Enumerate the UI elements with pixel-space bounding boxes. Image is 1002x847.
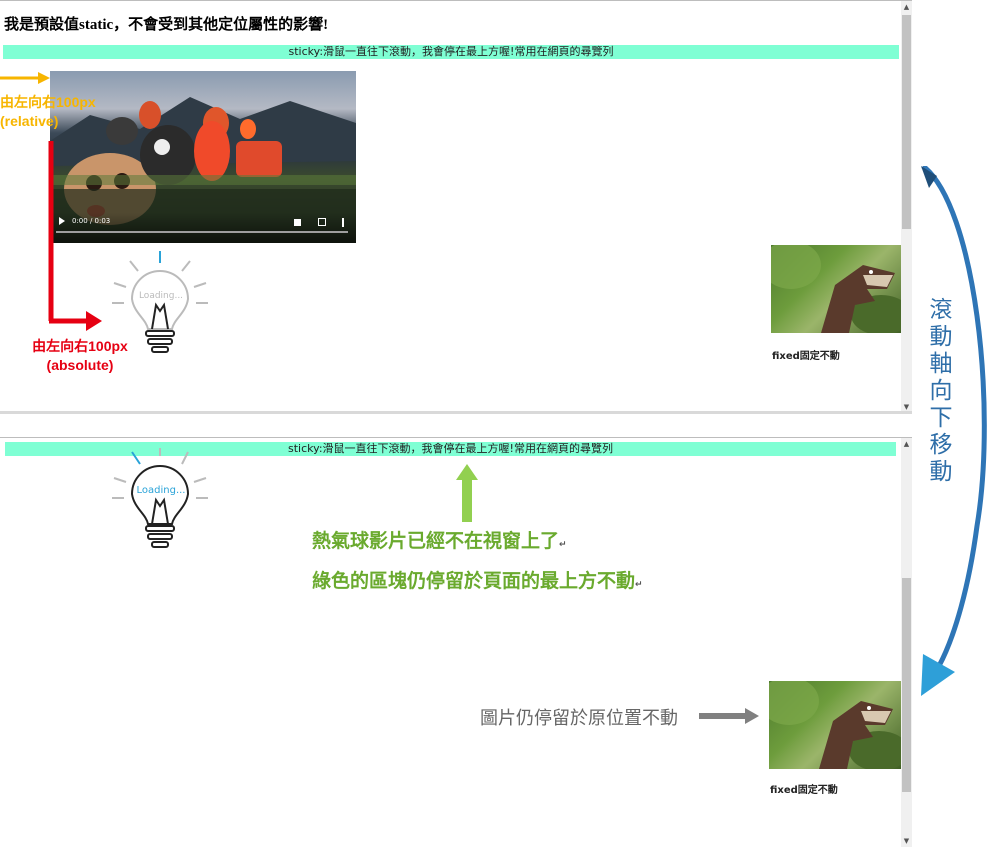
scroll-direction-note: 滾動軸向下移動 bbox=[929, 297, 953, 484]
scroll-up-icon[interactable]: ▲ bbox=[902, 440, 911, 448]
bulb-loading-text: Loading... bbox=[136, 485, 186, 496]
static-heading: 我是預設值static，不會受到其他定位屬性的影響! bbox=[4, 17, 329, 33]
fixed-dinosaur-image bbox=[769, 681, 901, 769]
dinosaur-art bbox=[771, 245, 903, 333]
scroll-up-icon[interactable]: ▲ bbox=[902, 3, 911, 11]
lightbulb-icon bbox=[112, 448, 208, 548]
note-line1: 熱氣球影片已經不在視窗上了↵ bbox=[312, 526, 567, 553]
fullscreen-icon[interactable] bbox=[318, 218, 326, 226]
lightbulb-icon bbox=[112, 251, 208, 353]
gray-arrow-icon bbox=[699, 708, 759, 724]
fixed-dinosaur-image bbox=[771, 245, 903, 333]
scroll-down-icon[interactable]: ▼ bbox=[902, 837, 911, 845]
scrollbar-bottom[interactable]: ▲ ▼ bbox=[901, 438, 912, 847]
absolute-arrow-icon bbox=[48, 141, 102, 331]
image-note: 圖片仍停留於原位置不動 bbox=[480, 708, 678, 728]
scroll-thumb-bottom[interactable] bbox=[902, 578, 911, 792]
relative-arrow-icon bbox=[0, 72, 50, 84]
scroll-thumb-top[interactable] bbox=[902, 15, 911, 229]
relative-label: 由左向右100px (relative) bbox=[0, 93, 96, 131]
note-line2: 綠色的區塊仍停留於頁面的最上方不動↵ bbox=[312, 566, 643, 593]
green-up-arrow-icon bbox=[456, 464, 478, 522]
sticky-bar: sticky:滑鼠一直往下滾動，我會停在最上方喔!常用在網頁的尋覽列 bbox=[3, 45, 899, 59]
scroll-down-icon[interactable]: ▼ bbox=[902, 403, 911, 411]
screenshot-divider bbox=[0, 411, 912, 414]
bulb-loading-text: Loading... bbox=[138, 291, 184, 301]
return-mark: ↵ bbox=[635, 580, 643, 590]
scrollbar-top[interactable]: ▲ ▼ bbox=[901, 1, 912, 413]
more-icon[interactable] bbox=[342, 218, 344, 227]
browser-viewport-top: 我是預設值static，不會受到其他定位屬性的影響! sticky:滑鼠一直往下… bbox=[0, 0, 912, 413]
volume-icon[interactable] bbox=[294, 219, 301, 226]
fixed-caption: fixed固定不動 bbox=[770, 785, 838, 796]
note-line2-text: 綠色的區塊仍停留於頁面的最上方不動 bbox=[312, 571, 636, 592]
return-mark: ↵ bbox=[559, 540, 567, 550]
relative-label-line2: (relative) bbox=[0, 113, 59, 129]
browser-viewport-bottom: sticky:滑鼠一直往下滾動，我會停在最上方喔!常用在網頁的尋覽列 Loadi… bbox=[0, 437, 912, 847]
note-line1-text: 熱氣球影片已經不在視窗上了 bbox=[312, 531, 560, 552]
dinosaur-art bbox=[769, 681, 901, 769]
relative-label-line1: 由左向右100px bbox=[0, 94, 96, 110]
fixed-caption: fixed固定不動 bbox=[772, 351, 840, 362]
